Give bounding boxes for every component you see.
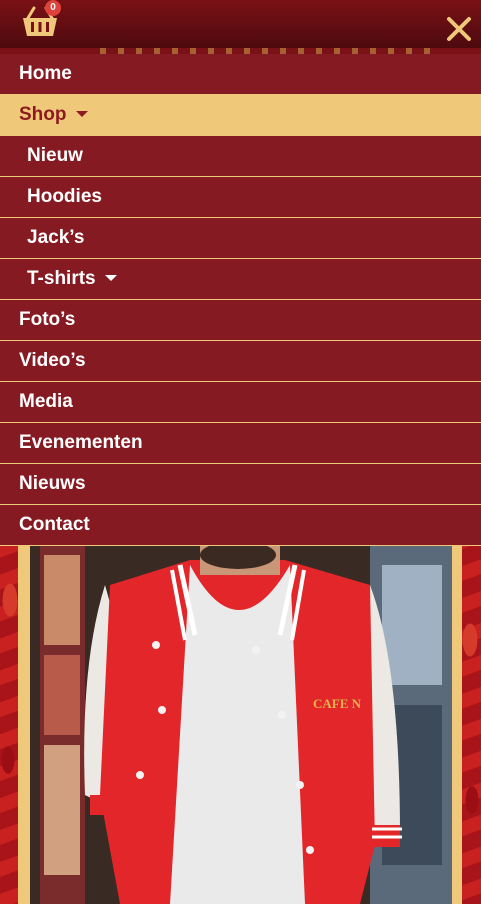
- menu-item-label: Foto’s: [19, 309, 76, 330]
- menu-item-label: T-shirts: [27, 268, 96, 289]
- menu-item-label: Home: [19, 63, 72, 84]
- menu-item-hoodies[interactable]: Hoodies: [0, 177, 481, 218]
- mobile-menu: Home Shop Nieuw Hoodies Jack’s T-shirts Foto’s…: [0, 54, 481, 546]
- menu-item-label: Media: [19, 391, 73, 412]
- menu-item-label: Contact: [19, 514, 90, 535]
- jacket-print-text: CAFE N: [313, 696, 362, 711]
- caret-down-icon[interactable]: [104, 275, 117, 281]
- menu-item-media[interactable]: Media: [0, 382, 481, 423]
- menu-item-label: Nieuw: [27, 145, 83, 166]
- caret-down-icon[interactable]: [75, 111, 88, 117]
- menu-item-contact[interactable]: Contact: [0, 505, 481, 546]
- menu-item-label: Evenementen: [19, 432, 143, 453]
- menu-item-t-shirts[interactable]: T-shirts: [0, 259, 481, 300]
- menu-item-label: Jack’s: [27, 227, 85, 248]
- close-menu-button[interactable]: [444, 14, 474, 44]
- menu-item-nieuw[interactable]: Nieuw: [0, 136, 481, 177]
- menu-item-video-s[interactable]: Video’s: [0, 341, 481, 382]
- menu-item-label: Hoodies: [27, 186, 102, 207]
- menu-item-evenementen[interactable]: Evenementen: [0, 423, 481, 464]
- cart-count-badge: 0: [45, 0, 61, 16]
- menu-item-jack-s[interactable]: Jack’s: [0, 218, 481, 259]
- menu-item-home[interactable]: Home: [0, 54, 481, 95]
- menu-item-label: Nieuws: [19, 473, 86, 494]
- menu-item-nieuws[interactable]: Nieuws: [0, 464, 481, 505]
- top-bar: 0: [0, 0, 481, 48]
- close-icon: [447, 17, 471, 41]
- menu-item-foto-s[interactable]: Foto’s: [0, 300, 481, 341]
- menu-item-label: Shop: [19, 104, 67, 125]
- menu-item-label: Video’s: [19, 350, 86, 371]
- product-photo: CAFE N: [30, 545, 452, 904]
- menu-item-shop[interactable]: Shop: [0, 95, 481, 136]
